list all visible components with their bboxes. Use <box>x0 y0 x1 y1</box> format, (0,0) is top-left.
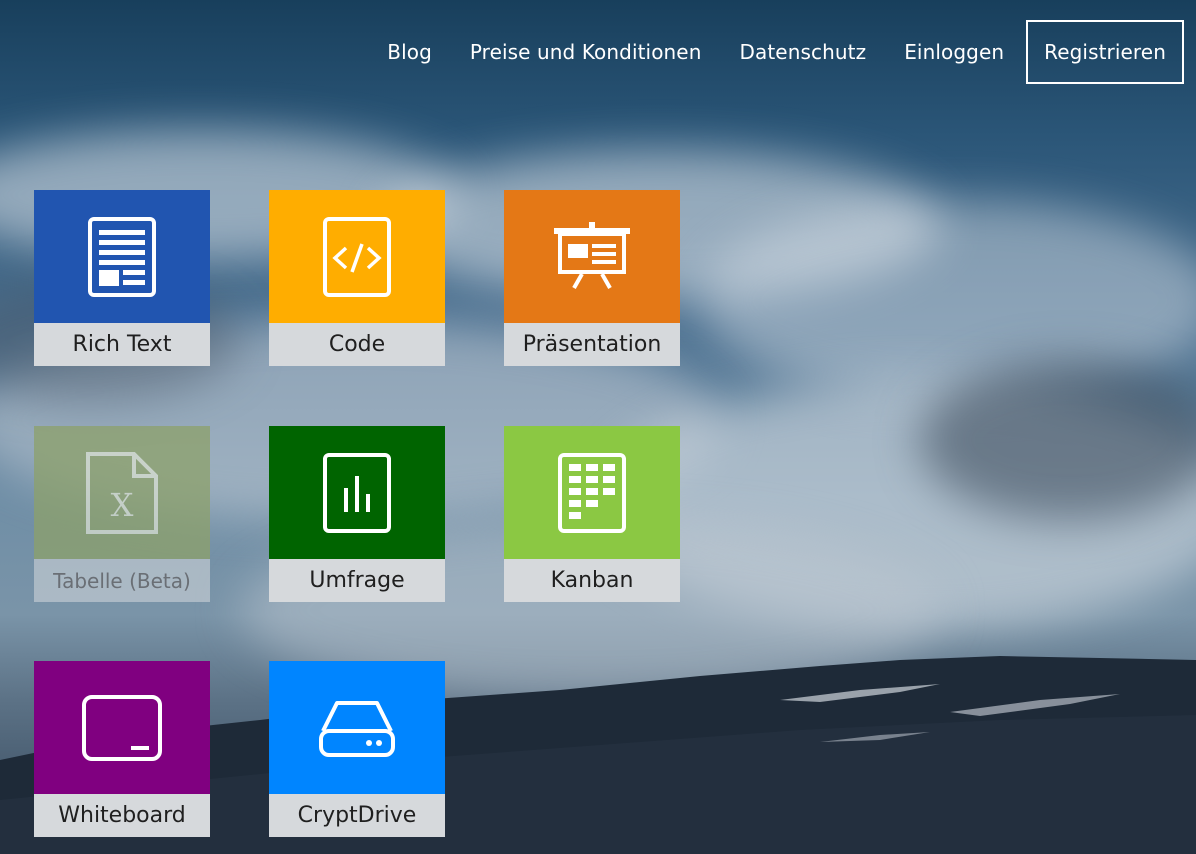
app-tile-icon-area <box>269 190 445 323</box>
app-tile-icon-area <box>504 426 680 559</box>
app-tile-poll[interactable]: Umfrage <box>269 426 445 602</box>
app-tile-icon-area <box>269 426 445 559</box>
drive-icon <box>319 700 395 757</box>
app-tile-rich-text[interactable]: Rich Text <box>34 190 210 366</box>
app-tile-label: Whiteboard <box>34 794 210 837</box>
app-tile-icon-area: X <box>34 426 210 559</box>
top-navigation: Blog Preise und Konditionen Datenschutz … <box>368 20 1184 84</box>
app-tile-presentation[interactable]: Präsentation <box>504 190 680 366</box>
app-tile-kanban[interactable]: Kanban <box>504 426 680 602</box>
app-tile-label: Code <box>269 323 445 366</box>
app-tile-icon-area <box>504 190 680 323</box>
app-tile-label: Kanban <box>504 559 680 602</box>
nav-link-blog[interactable]: Blog <box>368 20 451 84</box>
app-tile-label: Rich Text <box>34 323 210 366</box>
app-tile-icon-area <box>34 661 210 794</box>
app-tile-icon-area <box>269 661 445 794</box>
nav-link-privacy[interactable]: Datenschutz <box>721 20 886 84</box>
app-tile-code[interactable]: Code <box>269 190 445 366</box>
app-tile-whiteboard[interactable]: Whiteboard <box>34 661 210 837</box>
register-button[interactable]: Registrieren <box>1026 20 1184 84</box>
nav-link-pricing[interactable]: Preise und Konditionen <box>451 20 721 84</box>
app-tile-label: Präsentation <box>504 323 680 366</box>
app-tile-icon-area <box>34 190 210 323</box>
app-tile-label: Umfrage <box>269 559 445 602</box>
spreadsheet-icon: X <box>86 451 158 534</box>
nav-link-login[interactable]: Einloggen <box>885 20 1023 84</box>
app-tile-spreadsheet[interactable]: X Tabelle (Beta) <box>34 426 210 602</box>
app-tile-label: CryptDrive <box>269 794 445 837</box>
whiteboard-icon <box>82 694 162 761</box>
document-icon <box>88 216 156 297</box>
app-tile-label: Tabelle (Beta) <box>34 559 210 602</box>
code-icon <box>323 216 391 297</box>
presentation-icon <box>554 221 630 289</box>
poll-icon <box>323 452 391 533</box>
app-tile-cryptdrive[interactable]: CryptDrive <box>269 661 445 837</box>
kanban-icon <box>558 452 626 533</box>
svg-text:X: X <box>111 486 134 524</box>
